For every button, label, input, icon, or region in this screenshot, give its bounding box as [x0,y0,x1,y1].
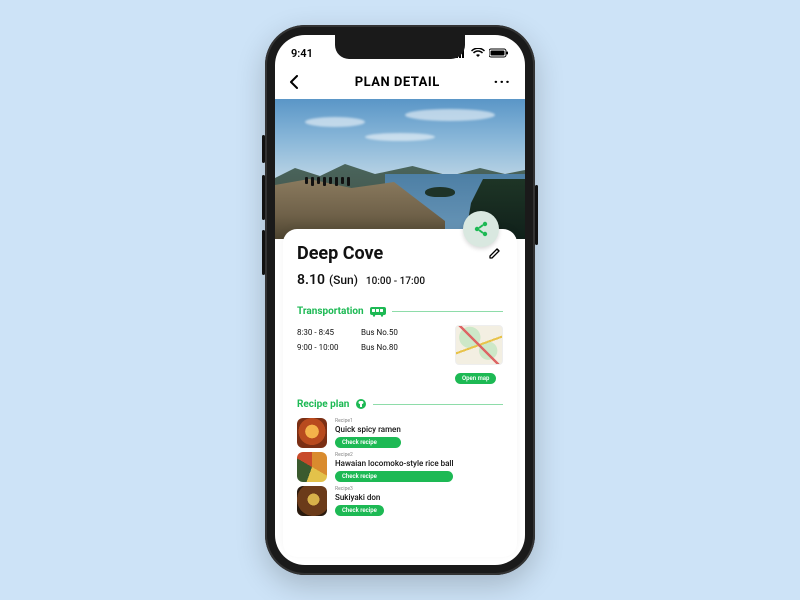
recipe-section: Recipe plan Recipe1 Quick spicy ramen Ch… [297,398,503,516]
recipe-name: Sukiyaki don [335,493,384,502]
transport-row: 9:00 - 10:00 Bus No.80 [297,340,445,355]
page-title: PLAN DETAIL [355,75,440,90]
battery-icon [489,48,509,58]
open-map-button[interactable]: Open map [455,373,496,384]
bus-icon [370,307,386,317]
check-recipe-button[interactable]: Check recipe [335,505,384,516]
transport-line: Bus No.50 [361,325,398,340]
transport-line: Bus No.80 [361,340,398,355]
plan-day: (Sun) [329,273,358,287]
plan-date: 8.10 [297,272,325,288]
recipe-item[interactable]: Recipe1 Quick spicy ramen Check recipe [297,418,503,448]
phone-frame: 9:41 PLAN DETAIL ··· [265,25,535,575]
transport-time: 9:00 - 10:00 [297,340,347,355]
notch [335,35,465,59]
check-recipe-button[interactable]: Check recipe [335,437,401,448]
plan-time: 10:00 - 17:00 [366,276,425,287]
recipe-item[interactable]: Recipe2 Hawaian locomoko-style rice ball… [297,452,503,482]
transport-row: 8:30 - 8:45 Bus No.50 [297,325,445,340]
detail-panel: Deep Cove 8.10 (Sun) 10:00 - 17:00 Trans… [283,229,517,557]
transport-time: 8:30 - 8:45 [297,325,347,340]
status-time: 9:41 [291,47,313,60]
map-thumbnail[interactable] [455,325,503,365]
plan-title: Deep Cove [297,243,383,264]
recipe-name: Hawaian locomoko-style rice ball [335,459,453,468]
share-button[interactable] [463,211,499,247]
recipe-icon [355,398,367,410]
recipe-tag: Recipe1 [335,418,401,424]
share-icon [472,220,490,238]
recipe-tag: Recipe2 [335,452,453,458]
recipe-tag: Recipe3 [335,486,384,492]
recipe-thumbnail [297,452,327,482]
transportation-section: Transportation 8:30 - 8:45 Bus No.50 9:0… [297,306,503,384]
back-button[interactable] [289,75,301,89]
app-header: PLAN DETAIL ··· [275,65,525,99]
recipe-item[interactable]: Recipe3 Sukiyaki don Check recipe [297,486,503,516]
screen: 9:41 PLAN DETAIL ··· [275,35,525,565]
more-button[interactable]: ··· [494,74,511,90]
recipe-name: Quick spicy ramen [335,425,401,434]
check-recipe-button[interactable]: Check recipe [335,471,453,482]
recipe-plan-label: Recipe plan [297,399,349,410]
recipe-thumbnail [297,418,327,448]
wifi-icon [471,48,485,58]
transportation-label: Transportation [297,306,364,317]
edit-button[interactable] [487,245,503,265]
plan-datetime: 8.10 (Sun) 10:00 - 17:00 [297,269,503,288]
recipe-thumbnail [297,486,327,516]
